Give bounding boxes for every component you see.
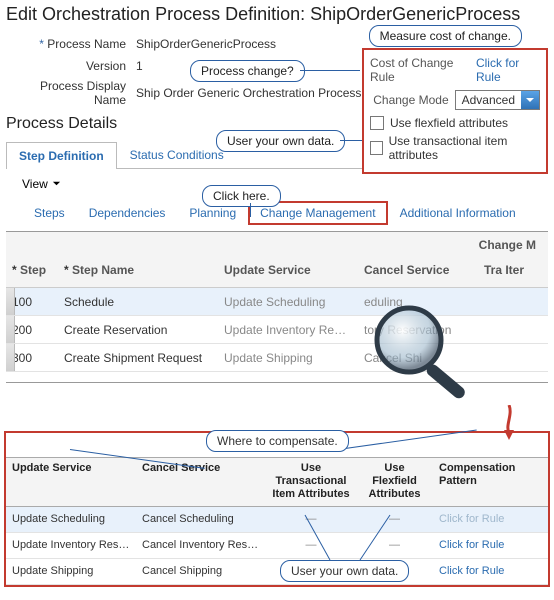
subtab-steps[interactable]: Steps [22,202,77,224]
display-name-value: Ship Order Generic Orchestration Process [136,86,361,100]
subtab-dependencies[interactable]: Dependencies [77,202,178,224]
transactional-checkbox[interactable] [370,141,383,155]
cm-cell-cancel: Cancel Shipping [136,565,266,577]
cost-change-rule-label: Cost of Change Rule [370,56,470,84]
cell-update: Update Inventory Reservation [218,323,358,337]
cm-cell-update: Update Inventory Reservation [6,539,136,551]
cell-name: Schedule [58,295,218,309]
callout-own-data-2: User your own data. [280,560,409,582]
col-step-name: Step Name [58,259,218,281]
callout-measure: Measure cost of change. [369,25,522,47]
subtabs: Steps Dependencies Planning Change Manag… [22,201,548,225]
process-name-label: Process Name [6,37,136,51]
table-row[interactable]: 100 Schedule Update Scheduling eduling [6,288,548,316]
col-update-service: Update Service [218,259,358,281]
version-label: Version [6,59,136,73]
callout-process-change: Process change? [190,60,305,82]
callout-own-data-1: User your own data. [216,130,345,152]
change-band-label: Change M [471,234,544,256]
change-mode-select[interactable]: Advanced [455,90,540,110]
cm-cell-update: Update Shipping [6,565,136,577]
cm-col-flex: Use Flexfield Attributes [356,458,433,506]
version-value: 1 [136,59,143,73]
cost-change-rule-link[interactable]: Click for Rule [476,56,540,84]
view-label: View [22,177,48,191]
col-step: Step [6,259,58,281]
cell-cancel: Cancel Shi [358,351,478,365]
cm-col-cancel: Cancel Service [136,458,266,506]
chevron-down-icon [52,177,61,191]
cell-name: Create Shipment Request [58,351,218,365]
cm-col-trx: Use Transactional Item Attributes [266,458,356,506]
cell-cancel: tory Reservation [358,323,478,337]
cell-name: Create Reservation [58,323,218,337]
cell-cancel: eduling [358,295,478,309]
change-settings-panel: Cost of Change Rule Click for Rule Chang… [362,48,548,174]
callout-where: Where to compensate. [206,430,349,452]
cm-col-update: Update Service [6,458,136,506]
cm-header: Update Service Cancel Service Use Transa… [6,458,548,507]
process-name-value: ShipOrderGenericProcess [136,37,276,51]
flexfield-label: Use flexfield attributes [390,116,508,130]
steps-grid: Change M Step Step Name Update Service C… [6,231,548,383]
table-row[interactable]: 200 Create Reservation Update Inventory … [6,316,548,344]
change-mode-value: Advanced [456,91,521,109]
cell-update: Update Shipping [218,351,358,365]
cell-step: 200 [6,323,58,337]
cm-cell-cancel: Cancel Scheduling [136,513,266,525]
cm-comp-link[interactable]: Click for Rule [439,565,504,577]
cm-cell-update: Update Scheduling [6,513,136,525]
col-cancel-service: Cancel Service [358,259,478,281]
arrow-down-icon [499,405,519,443]
view-menu[interactable]: View [22,177,61,191]
cm-cell-cancel: Cancel Inventory Reservation [136,539,266,551]
cm-col-comp: Compensation Pattern [433,458,528,506]
chevron-down-icon[interactable] [521,91,539,109]
change-mode-label: Change Mode [373,93,448,107]
col-trx: Tra Iter [478,259,538,281]
cell-step: 300 [6,351,58,365]
subtab-additional-info[interactable]: Additional Information [388,202,528,224]
cm-comp-link[interactable]: Click for Rule [439,513,504,525]
tab-step-definition[interactable]: Step Definition [6,142,117,169]
grid-header: Step Step Name Update Service Cancel Ser… [6,232,548,288]
callout-click-here: Click here. [202,185,281,207]
cm-comp-link[interactable]: Click for Rule [439,539,504,551]
table-row[interactable]: 300 Create Shipment Request Update Shipp… [6,344,548,372]
transactional-label: Use transactional item attributes [389,134,540,162]
cell-step: 100 [6,295,58,309]
flexfield-checkbox[interactable] [370,116,384,130]
cell-update: Update Scheduling [218,295,358,309]
display-name-label: Process Display Name [6,79,136,107]
